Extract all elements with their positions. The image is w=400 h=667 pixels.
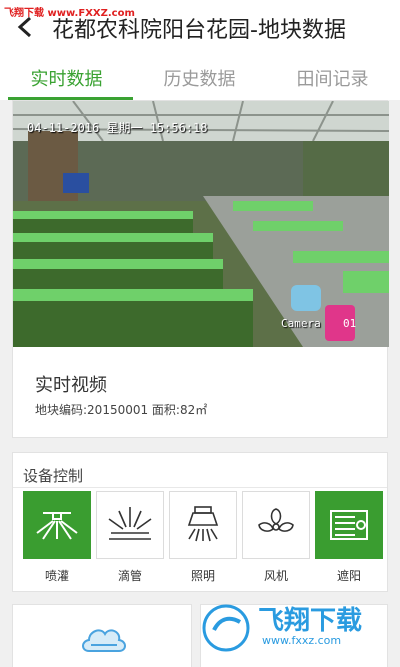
device-control-title: 设备控制	[23, 467, 84, 485]
device-label-fan: 风机	[263, 569, 288, 583]
device-tile-drip[interactable]	[96, 491, 164, 559]
watermark-brand: 飞翔下载	[258, 606, 363, 636]
sprinkler-icon	[36, 512, 78, 540]
watermark-top: 飞翔下载 www.FXXZ.com	[4, 8, 135, 19]
sunshade-icon	[330, 510, 368, 540]
video-card[interactable]: 04-11-2016 星期一 15:56:18 Camera 01 实时视频 地…	[12, 100, 389, 438]
device-tile-sunshade[interactable]	[315, 491, 383, 559]
video-timestamp: 04-11-2016 星期一 15:56:18	[27, 121, 208, 135]
device-tile-lighting[interactable]	[169, 491, 237, 559]
fan-icon	[258, 508, 294, 532]
tab-bar: 实时数据 历史数据 田间记录	[0, 55, 400, 100]
greenhouse-camera-image	[13, 101, 389, 347]
device-control-card: 设备控制 喷灌 滴管 照明 风机 遮阳	[12, 452, 388, 592]
device-lighting[interactable]: 照明	[169, 491, 237, 584]
divider	[13, 487, 387, 488]
tab-history[interactable]: 历史数据	[133, 55, 266, 100]
tab-field-records[interactable]: 田间记录	[266, 55, 399, 100]
live-video-feed[interactable]: 04-11-2016 星期一 15:56:18 Camera 01	[13, 101, 389, 347]
device-label-sprinkler: 喷灌	[44, 569, 69, 583]
chevron-left-icon	[17, 16, 32, 38]
device-label-lighting: 照明	[190, 569, 215, 583]
device-label-sunshade: 遮阳	[336, 569, 361, 583]
tab-realtime[interactable]: 实时数据	[0, 55, 133, 100]
cloud-icon	[82, 629, 126, 652]
device-tile-sprinkler[interactable]	[23, 491, 91, 559]
watermark-brand-url: www.fxxz.com	[262, 634, 342, 647]
lamp-icon	[187, 506, 219, 542]
device-tile-fan[interactable]	[242, 491, 310, 559]
video-title: 实时视频	[35, 375, 107, 396]
plot-meta: 地块编码:20150001 面积:82㎡	[35, 403, 208, 417]
camera-number: 01	[343, 317, 357, 330]
drip-irrigation-icon	[108, 507, 152, 540]
device-list: 喷灌 滴管 照明 风机 遮阳	[23, 491, 383, 584]
device-fan[interactable]: 风机	[242, 491, 310, 584]
camera-label: Camera	[281, 317, 321, 330]
app-header: 花都农科院阳台花园-地块数据 飞翔下载 www.FXXZ.com	[0, 0, 400, 55]
weather-card[interactable]	[12, 604, 192, 667]
device-sunshade[interactable]: 遮阳	[315, 491, 383, 584]
device-drip[interactable]: 滴管	[96, 491, 164, 584]
device-sprinkler[interactable]: 喷灌	[23, 491, 91, 584]
device-label-drip: 滴管	[117, 569, 142, 583]
